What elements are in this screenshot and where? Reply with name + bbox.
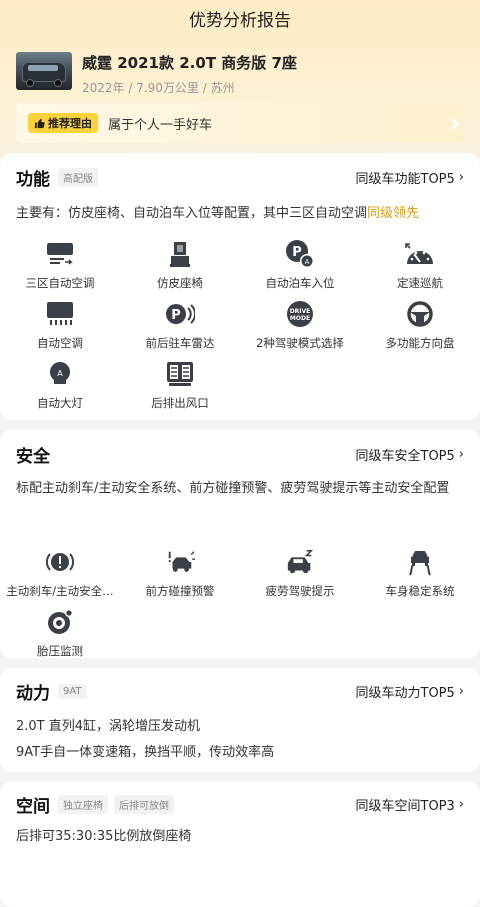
feature-item: 三区自动空调 (0, 239, 120, 299)
feature-label: 2种驾驶模式选择 (256, 336, 344, 350)
svg-text:MODE: MODE (290, 315, 310, 322)
fatigue-icon (285, 547, 315, 577)
feature-item: 后排出风口 (120, 359, 240, 419)
power-top-link[interactable]: 同级车动力TOP5 › (356, 682, 465, 701)
feature-label: 自动空调 (37, 336, 83, 350)
safety-grid: 主动刹车/主动安全… 前方碰撞预警 疲劳驾驶提示 车身稳定系统 胎压监测 (0, 547, 480, 667)
feature-label: 仿皮座椅 (157, 276, 203, 290)
recommend-reason-bar: 推荐理由 属于个人一手好车 ››› (16, 103, 464, 143)
safety-card: 安全 同级车安全TOP5 › 标配主动刹车/主动安全系统、前方碰撞预警、疲劳驾驶… (0, 430, 480, 658)
feature-item: A 自动大灯 (0, 359, 120, 419)
power-description: 2.0T 直列4缸，涡轮增压发动机 9AT手自一体变速箱，换挡平顺，传动效率高 (0, 714, 480, 766)
stability-icon (405, 547, 435, 577)
space-card: 空间 独立座椅 后排可放倒 同级车空间TOP3 › 后排可35:30:35比例放… (0, 782, 480, 907)
function-title: 功能 (16, 169, 50, 190)
feature-item: 定速巡航 (360, 239, 480, 299)
feature-label: 定速巡航 (397, 276, 443, 290)
chevron-right-icon: › (458, 169, 464, 185)
space-top-link-label: 同级车空间TOP3 (355, 798, 455, 814)
space-description: 后排可35:30:35比例放倒座椅 (16, 829, 192, 844)
safety-top-link-label: 同级车安全TOP5 (355, 448, 455, 464)
power-card: 动力 9AT 同级车动力TOP5 › 2.0T 直列4缸，涡轮增压发动机 9AT… (0, 668, 480, 772)
power-line: 2.0T 直列4缸，涡轮增压发动机 (16, 719, 201, 734)
chevron-right-icon: › (458, 796, 464, 812)
feature-item: 多功能方向盘 (360, 299, 480, 359)
rear-vent-icon (165, 359, 195, 389)
function-grid: 三区自动空调 仿皮座椅 PA 自动泊车入位 定速巡航 自动空调 P 前后驻车雷达… (0, 239, 480, 419)
brake-warning-icon (45, 547, 75, 577)
power-tag: 9AT (58, 683, 87, 699)
feature-label: 自动大灯 (37, 396, 83, 410)
svg-text:P: P (171, 308, 181, 323)
feature-label: 后排出风口 (151, 396, 209, 410)
feature-label: 多功能方向盘 (385, 336, 455, 350)
feature-item: PA 自动泊车入位 (240, 239, 360, 299)
svg-text:A: A (305, 258, 310, 266)
steering-wheel-icon (405, 299, 435, 329)
car-meta: 2022年 / 7.90万公里 / 苏州 (82, 81, 235, 95)
function-desc-highlight: 同级领先 (367, 206, 420, 221)
chevron-right-icon: › (458, 446, 464, 462)
feature-label: 胎压监测 (37, 644, 83, 658)
car-name: 威霆 2021款 2.0T 商务版 7座 (82, 54, 297, 72)
function-tag: 高配版 (58, 167, 98, 187)
power-title: 动力 (16, 683, 50, 704)
feature-item: 仿皮座椅 (120, 239, 240, 299)
ac-panel-icon (45, 239, 75, 269)
svg-text:P: P (292, 245, 302, 260)
function-desc-text: 主要有：仿皮座椅、自动泊车入位等配置，其中三区自动空调 (16, 206, 368, 221)
tire-pressure-icon (45, 607, 75, 637)
function-description: 主要有：仿皮座椅、自动泊车入位等配置，其中三区自动空调同级领先 (0, 203, 480, 225)
svg-text:DRIVE: DRIVE (290, 308, 311, 315)
safety-title: 安全 (16, 446, 50, 467)
thumbs-up-icon (34, 118, 45, 128)
svg-text:A: A (57, 369, 63, 378)
recommend-badge-label: 推荐理由 (48, 117, 92, 130)
safety-top-link[interactable]: 同级车安全TOP5 › (356, 445, 465, 464)
feature-label: 自动泊车入位 (265, 276, 335, 290)
safety-description: 标配主动刹车/主动安全系统、前方碰撞预警、疲劳驾驶提示等主动安全配置 (16, 481, 450, 496)
auto-park-icon: PA (285, 239, 315, 269)
feature-label: 主动刹车/主动安全… (6, 584, 114, 598)
page-title: 优势分析报告 (189, 11, 291, 31)
function-card: 功能 高配版 同级车功能TOP5 › 主要有：仿皮座椅、自动泊车入位等配置，其中… (0, 153, 480, 420)
power-line: 9AT手自一体变速箱，换挡平顺，传动效率高 (16, 745, 275, 760)
feature-item: DRIVE MODE 2种驾驶模式选择 (240, 299, 360, 359)
feature-label: 前后驻车雷达 (145, 336, 215, 350)
seat-icon (165, 239, 195, 269)
car-summary[interactable]: 威霆 2021款 2.0T 商务版 7座 2022年 / 7.90万公里 / 苏… (16, 52, 297, 96)
recommend-badge: 推荐理由 (28, 113, 98, 133)
parking-radar-icon: P (165, 299, 195, 329)
space-top-link[interactable]: 同级车空间TOP3 › (356, 795, 465, 814)
function-top-link-label: 同级车功能TOP5 (355, 171, 455, 187)
feature-label: 车身稳定系统 (385, 584, 455, 598)
feature-label: 疲劳驾驶提示 (265, 584, 335, 598)
feature-item: 车身稳定系统 (360, 547, 480, 607)
feature-label: 前方碰撞预警 (145, 584, 215, 598)
car-thumbnail[interactable] (16, 52, 72, 90)
chevron-right-icon: › (458, 683, 464, 699)
feature-item: 自动空调 (0, 299, 120, 359)
space-tag: 独立座椅 (58, 794, 108, 814)
feature-item: 前方碰撞预警 (120, 547, 240, 607)
feature-item: 主动刹车/主动安全… (0, 547, 120, 607)
collision-warning-icon (165, 547, 195, 577)
feature-item: P 前后驻车雷达 (120, 299, 240, 359)
power-top-link-label: 同级车动力TOP5 (355, 685, 455, 701)
auto-headlight-icon: A (45, 359, 75, 389)
feature-item: 胎压监测 (0, 607, 120, 667)
feature-label: 三区自动空调 (25, 276, 95, 290)
function-top-link[interactable]: 同级车功能TOP5 › (356, 168, 465, 187)
space-title: 空间 (16, 796, 50, 817)
space-tag: 后排可放倒 (114, 794, 174, 814)
auto-ac-icon (45, 299, 75, 329)
recommend-text: 属于个人一手好车 (108, 117, 213, 133)
feature-item: 疲劳驾驶提示 (240, 547, 360, 607)
cruise-gauge-icon (405, 239, 435, 269)
decorative-chevrons-icon: ››› (448, 106, 461, 139)
drive-mode-icon: DRIVE MODE (285, 299, 315, 329)
